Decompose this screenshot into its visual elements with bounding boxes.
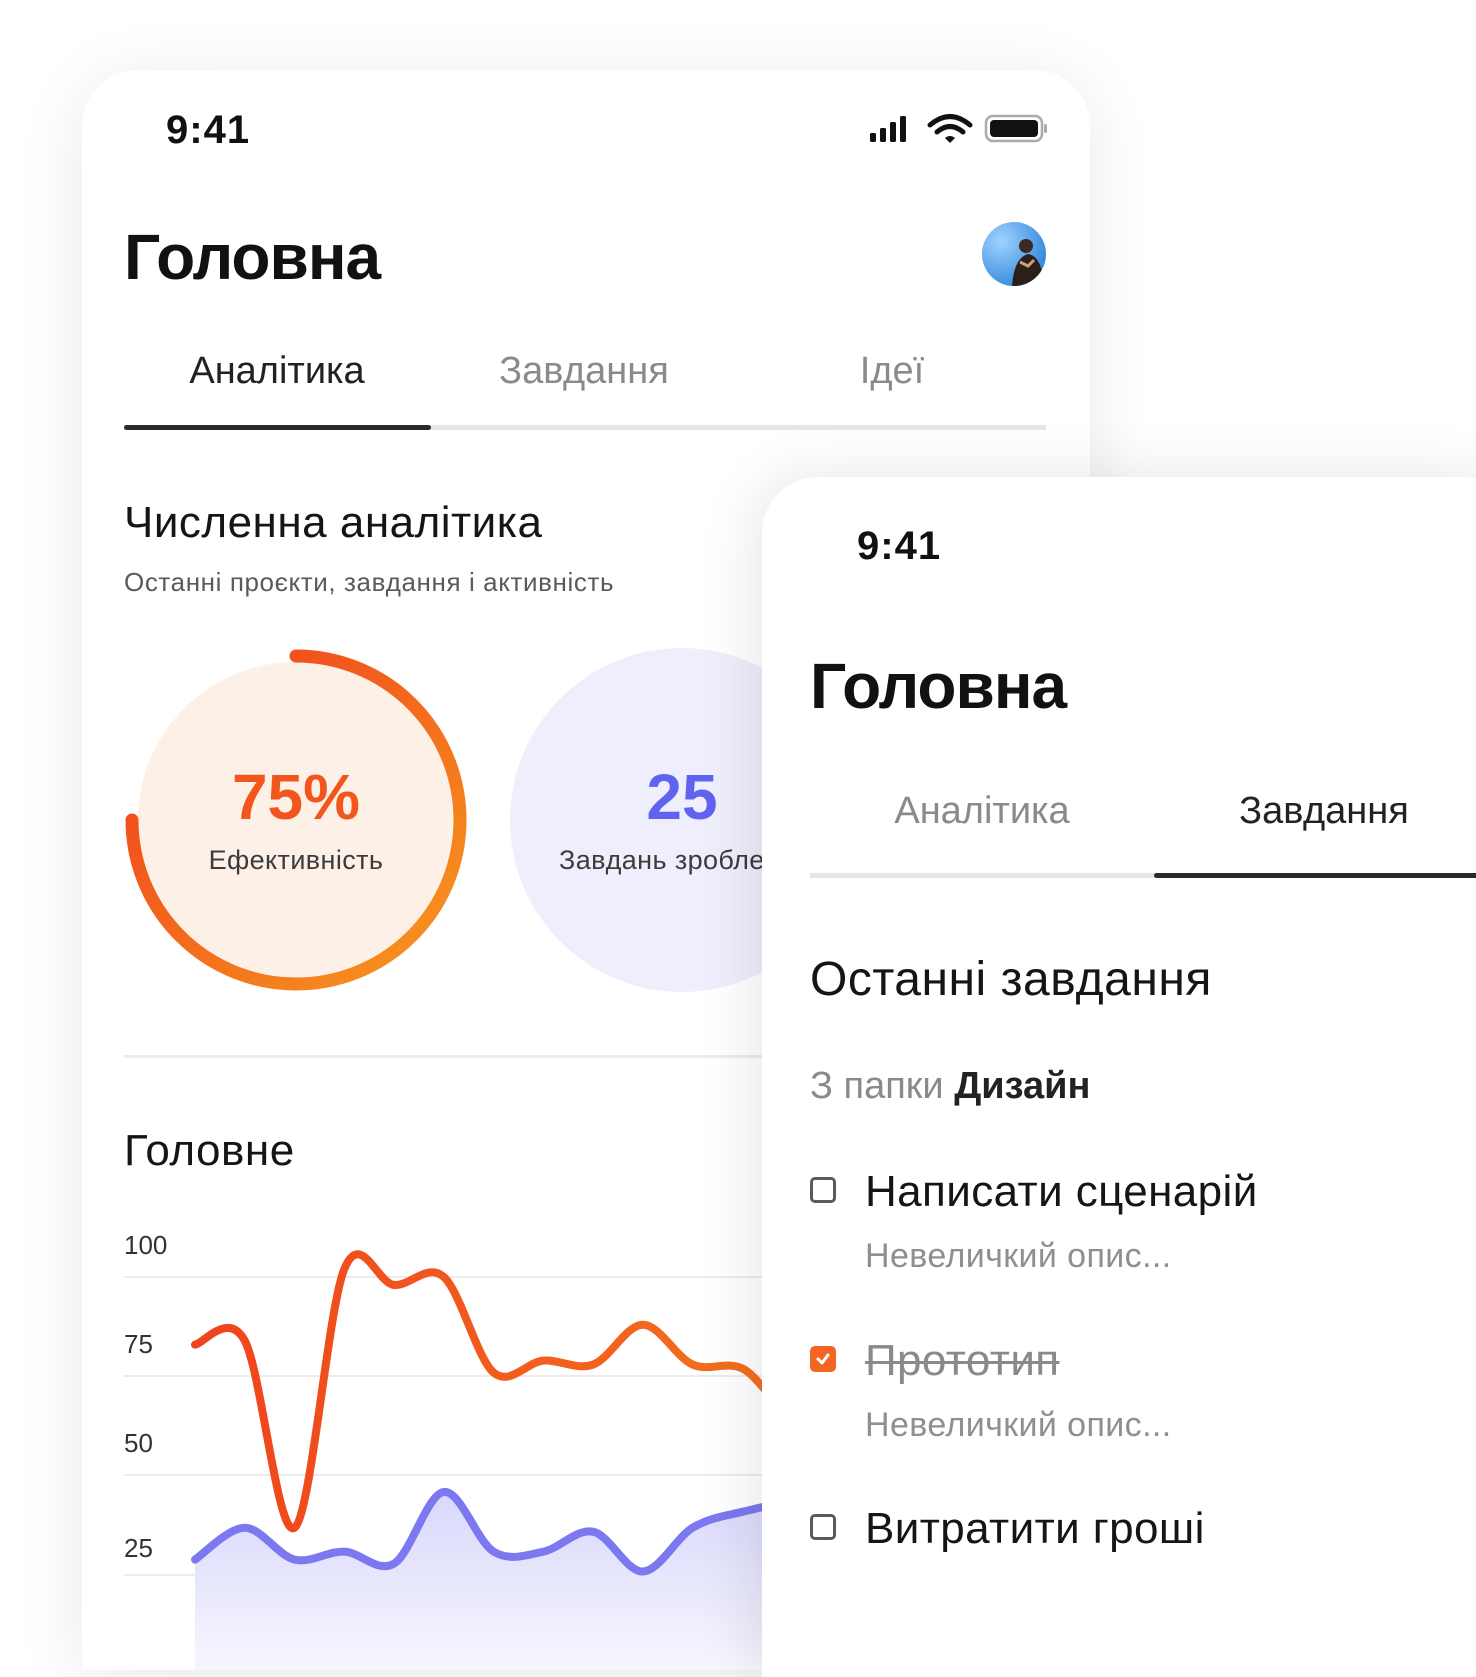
series-line-orange: [191, 1250, 846, 1532]
task-description: Невеличкий опис...: [865, 1406, 1172, 1444]
series-area: [195, 1491, 842, 1670]
task-checkbox[interactable]: [810, 1514, 836, 1540]
status-time: 9:41: [857, 524, 942, 568]
tab-analytics[interactable]: Аналітика: [810, 790, 1154, 833]
task-checkbox-checked[interactable]: [810, 1346, 836, 1372]
task-description: Невеличкий опис...: [865, 1237, 1172, 1275]
folder-name[interactable]: Дизайн: [954, 1065, 1090, 1107]
task-title[interactable]: Написати сценарій: [865, 1167, 1258, 1217]
task-title[interactable]: Витратити гроші: [865, 1504, 1205, 1554]
folder-line: З папки Дизайн: [810, 1065, 1090, 1108]
tab-active-indicator: [1154, 873, 1476, 878]
page-title: Головна: [810, 650, 1067, 722]
recent-tasks-title: Останні завдання: [810, 953, 1212, 1006]
tab-tasks[interactable]: Завдання: [1154, 790, 1476, 833]
folder-prefix: З папки: [810, 1065, 944, 1107]
check-icon: [816, 1353, 830, 1365]
tasks-screen: 9:41 Головна Аналітика Завдання Останні …: [762, 477, 1476, 1677]
task-checkbox[interactable]: [810, 1177, 836, 1203]
task-title[interactable]: Прототип: [865, 1336, 1060, 1386]
